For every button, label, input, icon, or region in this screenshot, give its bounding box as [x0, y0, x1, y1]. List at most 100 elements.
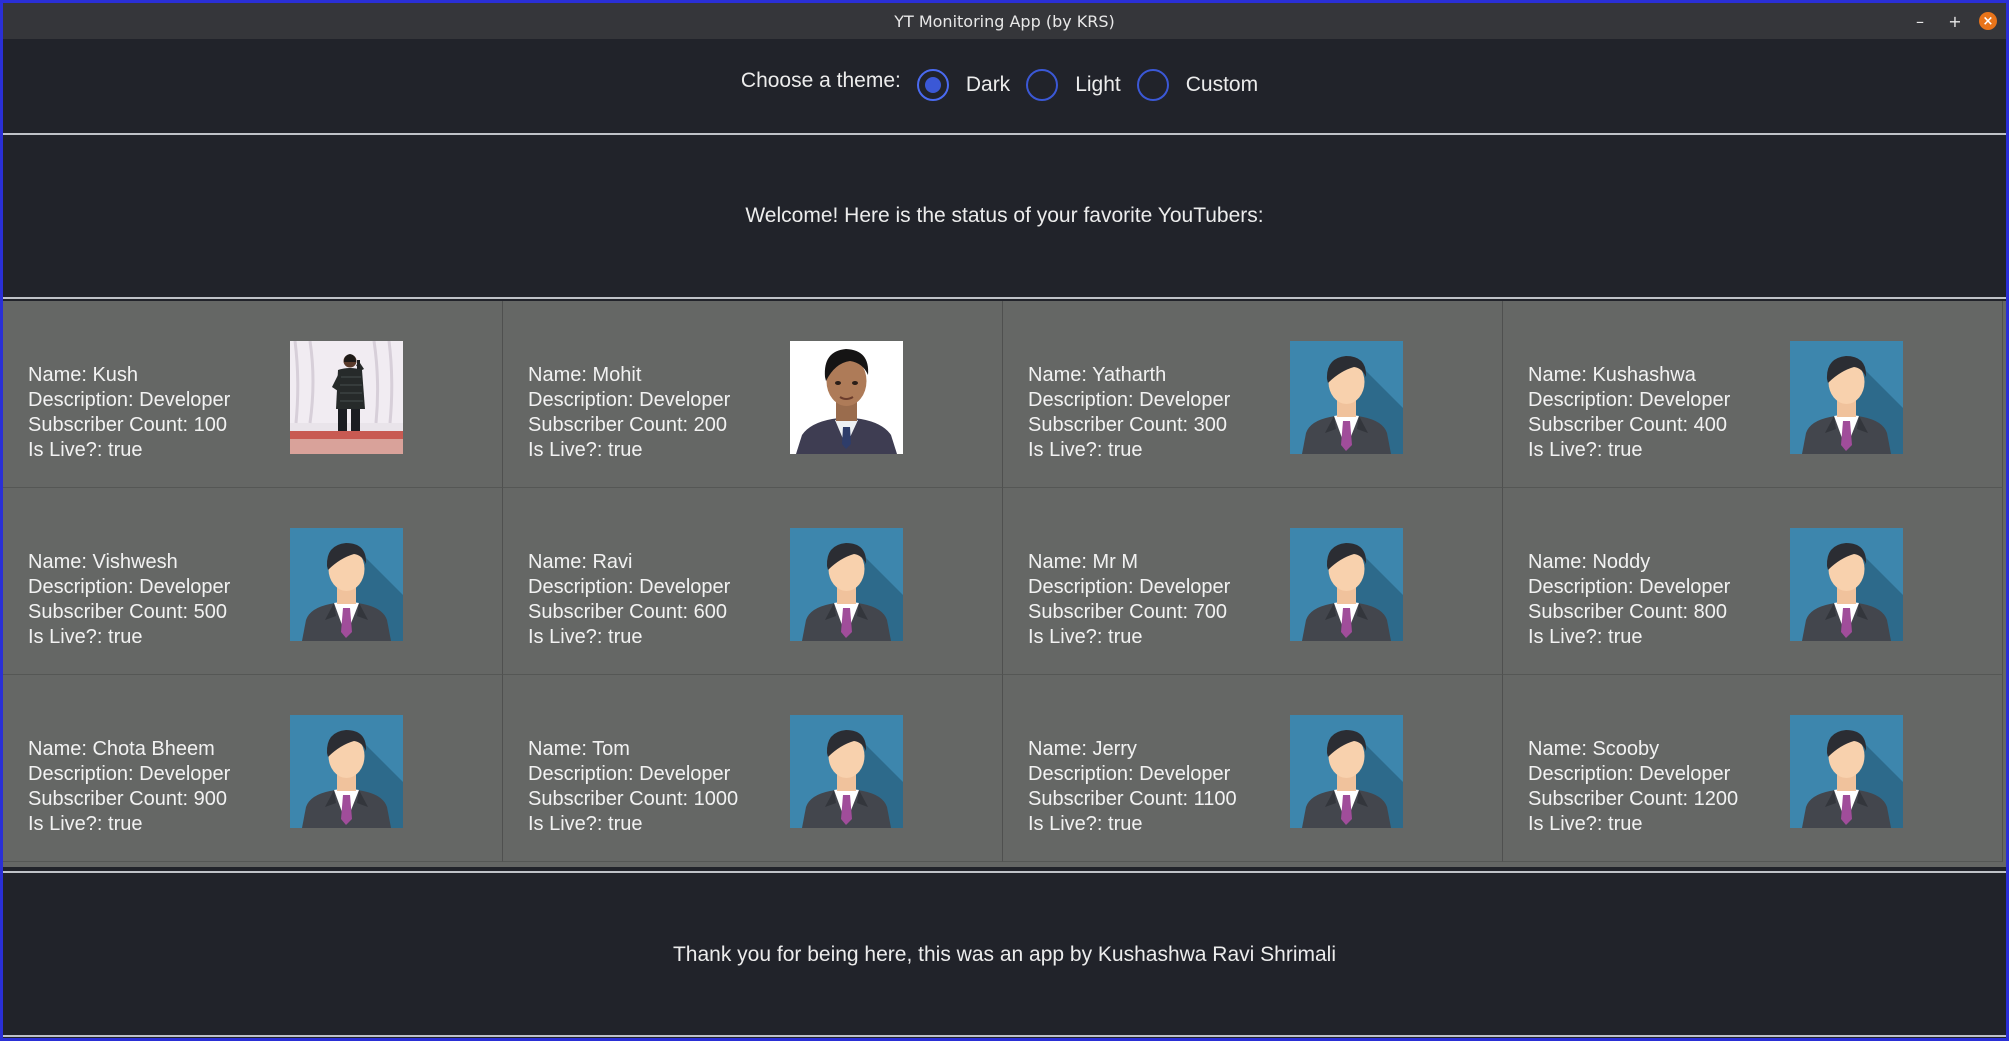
window-title: YT Monitoring App (by KRS) [894, 11, 1115, 31]
youtuber-live-status: Is Live?: true [528, 439, 643, 461]
youtuber-subscriber-count: Subscriber Count: 1200 [1528, 788, 1739, 810]
youtuber-card: Name: Jerry Description: Developer Subscri… [1003, 675, 1503, 862]
youtuber-description: Description: Developer [1528, 763, 1731, 785]
youtuber-info: Name: Mohit Description: Developer Subscri… [528, 363, 730, 463]
minimize-button[interactable]: – [1908, 9, 1932, 33]
maximize-icon: + [1948, 11, 1962, 31]
divider [3, 1035, 2006, 1037]
youtuber-info: Name: Vishwesh Description: Developer Subs… [28, 550, 230, 650]
divider [3, 871, 2006, 873]
default-avatar-icon [290, 715, 403, 828]
youtuber-subscriber-count: Subscriber Count: 900 [28, 788, 228, 810]
youtuber-subscriber-count: Subscriber Count: 1000 [528, 788, 739, 810]
theme-option-light[interactable]: Light [1075, 73, 1121, 97]
minimize-icon: – [1916, 11, 1924, 31]
youtuber-info: Name: Mr M Description: Developer Subscrib… [1028, 550, 1230, 650]
youtuber-description: Description: Developer [1028, 389, 1231, 411]
youtuber-card: Name: Kush Description: Developer Subscrib… [3, 301, 503, 488]
youtuber-description: Description: Developer [28, 389, 231, 411]
youtuber-subscriber-count: Subscriber Count: 600 [528, 601, 728, 623]
default-avatar-icon [1790, 715, 1903, 828]
youtuber-card: Name: Yatharth Description: Developer Subs… [1003, 301, 1503, 488]
youtuber-live-status: Is Live?: true [1528, 439, 1643, 461]
default-avatar-icon [1790, 341, 1903, 454]
youtuber-name: Name: Tom [528, 738, 630, 760]
youtuber-description: Description: Developer [528, 576, 731, 598]
default-avatar-icon [1290, 341, 1403, 454]
close-button[interactable]: × [1976, 9, 2000, 33]
youtuber-card: Name: Scooby Description: Developer Subscr… [1503, 675, 2003, 862]
youtuber-description: Description: Developer [1028, 763, 1231, 785]
youtuber-name: Name: Chota Bheem [28, 738, 215, 760]
youtuber-live-status: Is Live?: true [1528, 813, 1643, 835]
default-avatar-icon [790, 715, 903, 828]
youtuber-card: Name: Noddy Description: Developer Subscri… [1503, 488, 2003, 675]
title-bar: YT Monitoring App (by KRS) – + × [3, 3, 2006, 39]
youtuber-info: Name: Chota Bheem Description: Developer S… [28, 737, 230, 837]
default-avatar-icon [1290, 715, 1403, 828]
youtuber-grid: Name: Kush Description: Developer Subscrib… [3, 301, 2006, 867]
youtuber-subscriber-count: Subscriber Count: 400 [1528, 414, 1728, 436]
youtuber-name: Name: Vishwesh [28, 551, 178, 573]
radio-selected-dot [924, 77, 941, 93]
footer-message: Thank you for being here, this was an ap… [672, 943, 1337, 966]
youtuber-live-status: Is Live?: true [1028, 813, 1143, 835]
default-avatar-icon [790, 528, 903, 641]
youtuber-info: Name: Kush Description: Developer Subscrib… [28, 363, 230, 463]
theme-selector: Choose a theme: Dark Light Custom [3, 39, 2006, 131]
youtuber-live-status: Is Live?: true [528, 626, 643, 648]
youtuber-name: Name: Mohit [528, 364, 642, 386]
youtuber-description: Description: Developer [1528, 576, 1731, 598]
youtuber-live-status: Is Live?: true [1028, 439, 1143, 461]
close-icon: × [1979, 12, 1997, 30]
default-avatar-icon [1790, 528, 1903, 641]
theme-label: Choose a theme: [740, 69, 901, 92]
default-avatar-icon [1290, 528, 1403, 641]
youtuber-subscriber-count: Subscriber Count: 800 [1528, 601, 1728, 623]
youtuber-description: Description: Developer [1028, 576, 1231, 598]
theme-radio-custom[interactable] [1136, 69, 1169, 101]
youtuber-description: Description: Developer [528, 763, 731, 785]
youtuber-name: Name: Scooby [1528, 738, 1660, 760]
youtuber-card: Name: Mohit Description: Developer Subscri… [503, 301, 1003, 488]
youtuber-live-status: Is Live?: true [528, 813, 643, 835]
youtuber-subscriber-count: Subscriber Count: 700 [1028, 601, 1228, 623]
youtuber-card: Name: Ravi Description: Developer Subscrib… [503, 488, 1003, 675]
theme-radio-dark[interactable] [916, 69, 949, 101]
theme-option-custom[interactable]: Custom [1186, 73, 1258, 97]
youtuber-name: Name: Noddy [1528, 551, 1651, 573]
youtuber-info: Name: Scooby Description: Developer Subscr… [1528, 737, 1738, 837]
divider [3, 297, 2006, 299]
youtuber-live-status: Is Live?: true [1028, 626, 1143, 648]
youtuber-card: Name: Tom Description: Developer Subscribe… [503, 675, 1003, 862]
youtuber-live-status: Is Live?: true [1528, 626, 1643, 648]
youtuber-description: Description: Developer [28, 576, 231, 598]
youtuber-live-status: Is Live?: true [28, 813, 143, 835]
youtuber-info: Name: Noddy Description: Developer Subscri… [1528, 550, 1730, 650]
youtuber-subscriber-count: Subscriber Count: 1100 [1028, 788, 1237, 810]
youtuber-card: Name: Chota Bheem Description: Developer S… [3, 675, 503, 862]
avatar [290, 341, 403, 454]
youtuber-name: Name: Yatharth [1028, 364, 1167, 386]
youtuber-subscriber-count: Subscriber Count: 300 [1028, 414, 1228, 436]
youtuber-info: Name: Tom Description: Developer Subscribe… [528, 737, 738, 837]
theme-radio-light[interactable] [1026, 69, 1059, 101]
youtuber-description: Description: Developer [528, 389, 731, 411]
youtuber-card: Name: Mr M Description: Developer Subscrib… [1003, 488, 1503, 675]
youtuber-subscriber-count: Subscriber Count: 200 [528, 414, 728, 436]
welcome-message: Welcome! Here is the status of your favo… [745, 204, 1264, 227]
youtuber-subscriber-count: Subscriber Count: 500 [28, 601, 228, 623]
maximize-button[interactable]: + [1943, 9, 1967, 33]
youtuber-name: Name: Mr M [1028, 551, 1138, 573]
youtuber-description: Description: Developer [1528, 389, 1731, 411]
avatar [790, 341, 903, 454]
default-avatar-icon [290, 528, 403, 641]
youtuber-info: Name: Ravi Description: Developer Subscrib… [528, 550, 730, 650]
youtuber-subscriber-count: Subscriber Count: 100 [28, 414, 228, 436]
youtuber-card: Name: Vishwesh Description: Developer Subs… [3, 488, 503, 675]
youtuber-info: Name: Yatharth Description: Developer Subs… [1028, 363, 1230, 463]
theme-option-dark[interactable]: Dark [966, 73, 1010, 97]
youtuber-name: Name: Jerry [1028, 738, 1137, 760]
youtuber-info: Name: Jerry Description: Developer Subscri… [1028, 737, 1237, 837]
youtuber-name: Name: Kush [28, 364, 139, 386]
